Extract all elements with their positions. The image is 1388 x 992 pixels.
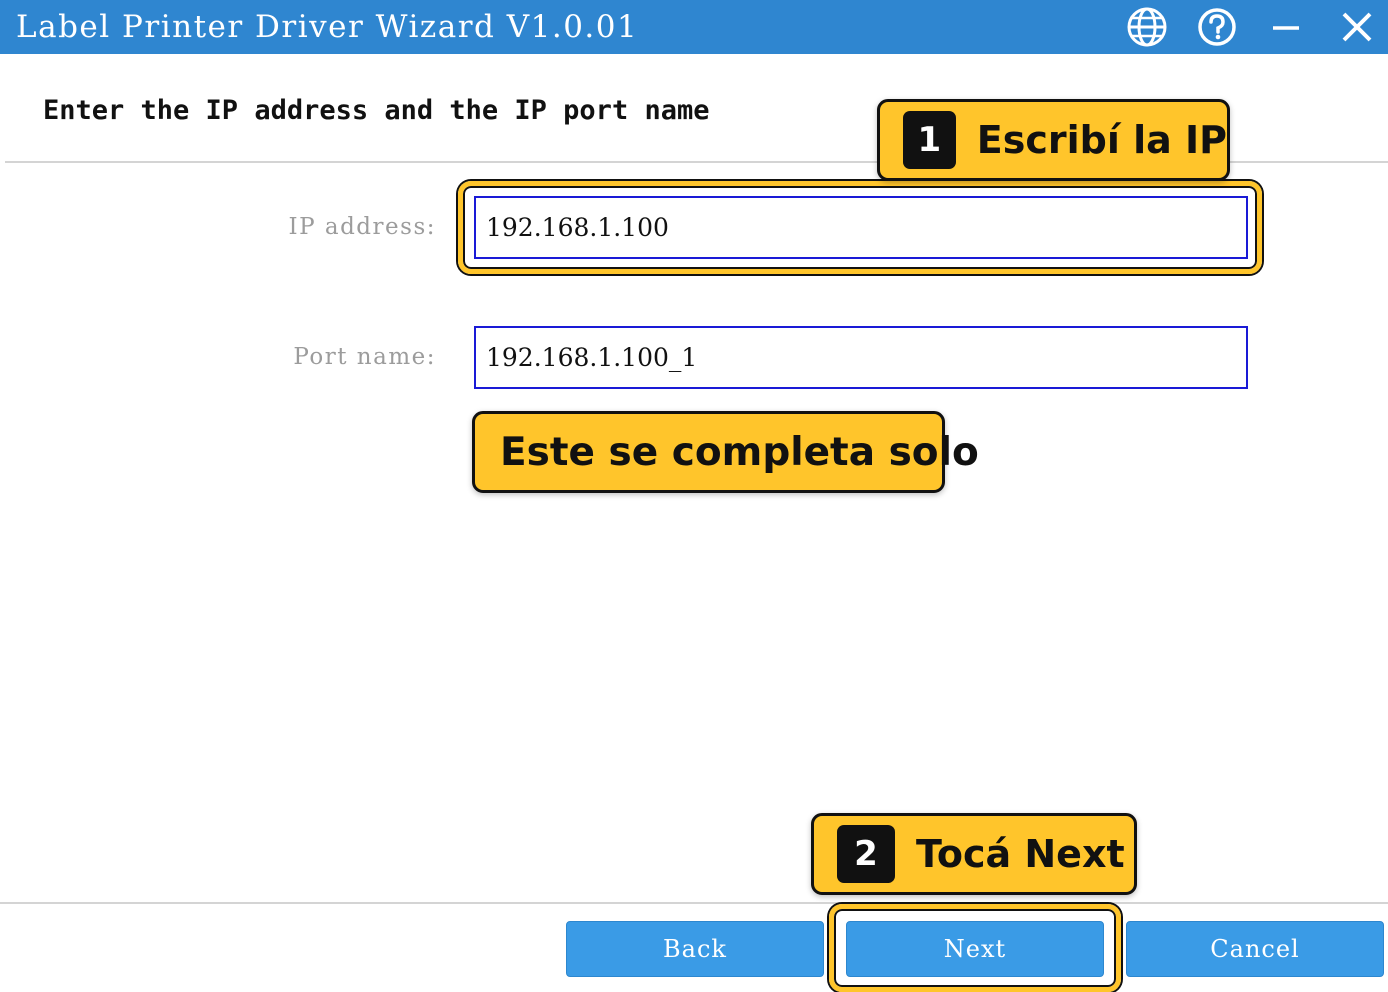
close-button[interactable] xyxy=(1329,0,1385,54)
close-icon xyxy=(1342,12,1372,42)
globe-icon xyxy=(1127,7,1167,47)
title-bar: Label Printer Driver Wizard V1.0.01 xyxy=(0,0,1388,54)
step1-badge: 1 xyxy=(903,111,956,169)
footer-divider xyxy=(0,902,1388,904)
help-button[interactable] xyxy=(1189,0,1245,54)
language-button[interactable] xyxy=(1119,0,1175,54)
page-heading: Enter the IP address and the IP port nam… xyxy=(43,95,710,126)
minimize-icon xyxy=(1273,26,1299,30)
minimize-button[interactable] xyxy=(1258,0,1314,54)
autofill-text: Este se completa solo xyxy=(500,429,979,475)
step1-text: Escribí la IP xyxy=(976,118,1227,162)
help-icon xyxy=(1198,8,1236,46)
next-button[interactable]: Next xyxy=(846,921,1104,977)
ip-address-input[interactable] xyxy=(474,196,1248,259)
port-name-label: Port name: xyxy=(293,344,436,370)
back-button[interactable]: Back xyxy=(566,921,824,977)
step1-callout: 1 Escribí la IP xyxy=(877,99,1230,181)
port-name-input[interactable] xyxy=(474,326,1248,389)
step2-callout: 2 Tocá Next xyxy=(811,813,1137,895)
autofill-callout: Este se completa solo xyxy=(472,411,979,493)
ip-address-label: IP address: xyxy=(288,214,436,240)
step2-badge: 2 xyxy=(837,825,895,883)
cancel-button[interactable]: Cancel xyxy=(1126,921,1384,977)
window-title: Label Printer Driver Wizard V1.0.01 xyxy=(16,9,639,45)
step2-text: Tocá Next xyxy=(916,832,1125,876)
